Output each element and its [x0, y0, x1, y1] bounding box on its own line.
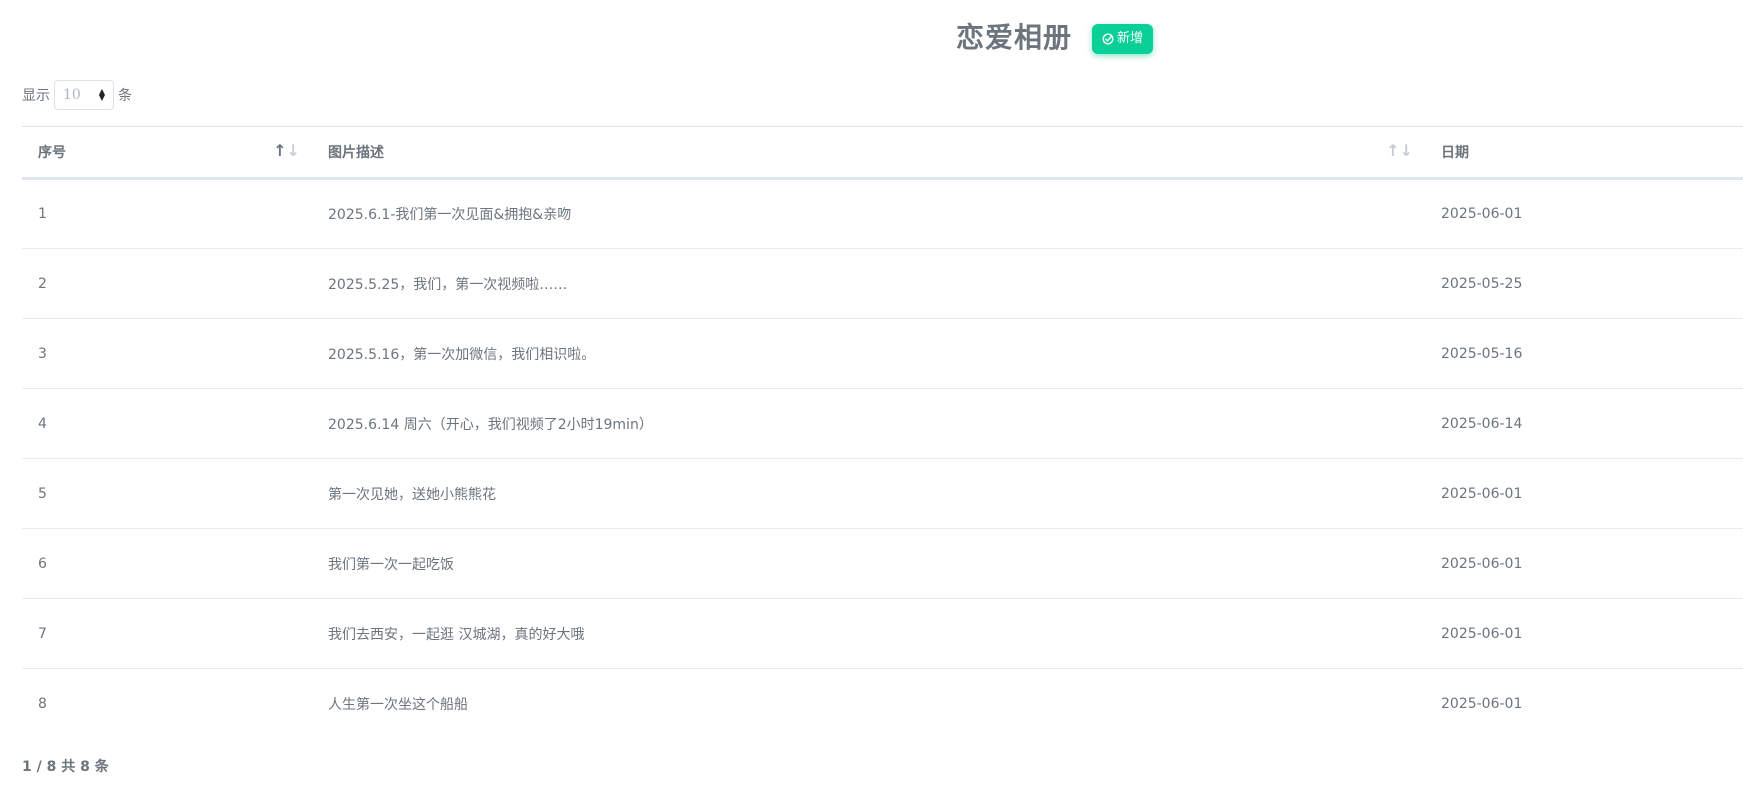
- cell-date: 2025-06-14: [1425, 388, 1743, 459]
- cell-description: 2025.5.25，我们，第一次视频啦……: [312, 248, 1425, 319]
- cell-date: 2025-05-16: [1425, 318, 1743, 389]
- cell-index: 6: [22, 528, 312, 599]
- album-table: 序号 ↑ ↓ 图片描述 ↑ ↓ 日期 1 2025.6.1-我们第一次见面&拥抱&亲吻…: [22, 126, 1743, 739]
- sort-icon: ↑ ↓: [1386, 141, 1413, 160]
- column-header-index[interactable]: 序号 ↑ ↓: [22, 126, 312, 180]
- cell-index: 2: [22, 248, 312, 319]
- cell-description: 我们第一次一起吃饭: [312, 528, 1425, 599]
- length-prefix: 显示: [22, 88, 50, 104]
- cell-date: 2025-06-01: [1425, 598, 1743, 669]
- cell-description: 2025.5.16，第一次加微信，我们相识啦。: [312, 318, 1425, 389]
- table-row[interactable]: 2 2025.5.25，我们，第一次视频啦…… 2025-05-25: [22, 248, 1743, 319]
- select-arrows-icon: ▲ ▼: [98, 87, 105, 102]
- cell-index: 3: [22, 318, 312, 389]
- cell-description: 2025.6.14 周六（开心，我们视频了2小时19min）: [312, 388, 1425, 459]
- page-header: 恋爱相册 新增: [0, 18, 1743, 58]
- table-info: 1 / 8 共 8 条: [22, 759, 109, 775]
- length-suffix: 条: [118, 88, 132, 104]
- cell-index: 5: [22, 458, 312, 529]
- cell-date: 2025-06-01: [1425, 458, 1743, 529]
- add-button-label: 新增: [1117, 31, 1144, 46]
- table-row[interactable]: 8 人生第一次坐这个船船 2025-06-01: [22, 668, 1743, 739]
- table-row[interactable]: 4 2025.6.14 周六（开心，我们视频了2小时19min） 2025-06-1…: [22, 388, 1743, 459]
- cell-index: 7: [22, 598, 312, 669]
- cell-index: 4: [22, 388, 312, 459]
- page-length-value: 10: [63, 87, 81, 103]
- cell-index: 1: [38, 206, 47, 222]
- cell-index: 8: [22, 668, 312, 739]
- table-row[interactable]: 3 2025.5.16，第一次加微信，我们相识啦。 2025-05-16: [22, 318, 1743, 389]
- check-circle-icon: [1102, 33, 1114, 45]
- page-title: 恋爱相册: [956, 21, 1073, 54]
- add-button[interactable]: 新增: [1092, 24, 1154, 54]
- cell-description: 人生第一次坐这个船船: [312, 668, 1425, 739]
- page-length-select[interactable]: 10 ▲ ▼: [54, 80, 114, 110]
- column-header-date[interactable]: 日期: [1425, 126, 1743, 180]
- table-header-row: 序号 ↑ ↓ 图片描述 ↑ ↓ 日期: [22, 126, 1743, 180]
- album-page: 恋爱相册 新增 显示 10 ▲ ▼ 条 序号 ↑ ↓ 图片描述 ↑ ↓ 日期 1…: [0, 0, 1743, 796]
- cell-date: 2025-06-01: [1425, 668, 1743, 739]
- table-row[interactable]: 6 我们第一次一起吃饭 2025-06-01: [22, 528, 1743, 599]
- cell-date: 2025-06-01: [1425, 528, 1743, 599]
- table-row[interactable]: 1 2025.6.1-我们第一次见面&拥抱&亲吻 2025-06-01: [22, 179, 1743, 249]
- cell-description: 2025.6.1-我们第一次见面&拥抱&亲吻: [328, 207, 572, 223]
- cell-description: 第一次见她，送她小熊熊花: [312, 458, 1425, 529]
- column-header-description[interactable]: 图片描述 ↑ ↓: [312, 126, 1425, 180]
- cell-description: 我们去西安，一起逛 汉城湖，真的好大哦: [312, 598, 1425, 669]
- cell-date: 2025-05-25: [1425, 248, 1743, 319]
- table-row[interactable]: 7 我们去西安，一起逛 汉城湖，真的好大哦 2025-06-01: [22, 598, 1743, 669]
- page-length-control: 显示 10 ▲ ▼ 条: [22, 80, 132, 110]
- sort-ascending-icon: ↑ ↓: [273, 141, 300, 160]
- cell-date: 2025-06-01: [1441, 206, 1523, 222]
- table-row[interactable]: 5 第一次见她，送她小熊熊花 2025-06-01: [22, 458, 1743, 529]
